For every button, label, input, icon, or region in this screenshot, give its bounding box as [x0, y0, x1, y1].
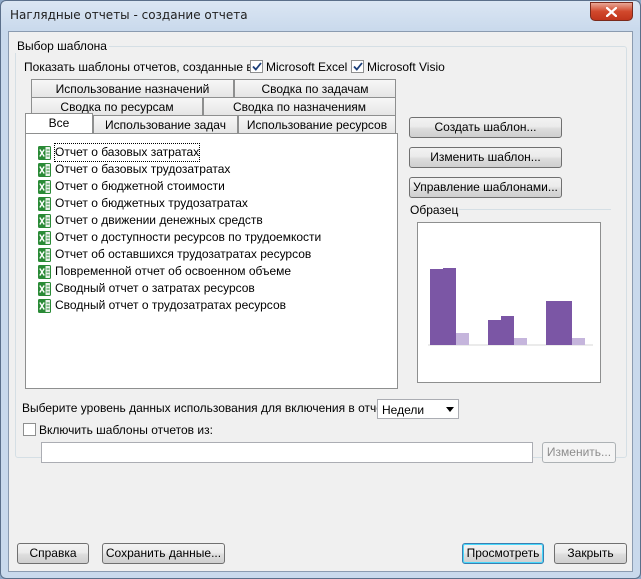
report-label: Отчет о движении денежных средств — [55, 213, 263, 227]
report-label: Повременной отчет об освоенном объеме — [55, 264, 292, 278]
report-label: Отчет о бюджетной стоимости — [55, 179, 225, 193]
sample-bar — [430, 269, 443, 345]
excel-checkbox[interactable] — [250, 60, 263, 73]
sample-bar — [546, 301, 559, 345]
excel-icon — [38, 281, 51, 296]
tab-task-summary[interactable]: Сводка по задачам — [234, 79, 396, 98]
window-title: Наглядные отчеты - создание отчета — [10, 8, 248, 22]
excel-icon — [38, 298, 51, 313]
excel-icon — [38, 196, 51, 211]
dialog-client-area: Выбор шаблона Показать шаблоны отчетов, … — [8, 31, 633, 572]
report-label: Отчет о базовых трудозатратах — [55, 162, 231, 176]
tab-task-usage[interactable]: Использование задач — [93, 115, 238, 134]
excel-icon — [38, 145, 51, 160]
report-list-item[interactable]: Отчет о движении денежных средств — [38, 212, 321, 229]
sample-preview — [417, 222, 601, 383]
close-icon — [606, 6, 617, 17]
sample-separator — [459, 209, 611, 210]
close-button[interactable]: Закрыть — [554, 543, 627, 564]
include-templates-checkbox[interactable] — [23, 423, 36, 436]
show-templates-label: Показать шаблоны отчетов, созданные в: — [24, 60, 257, 74]
save-data-button[interactable]: Сохранить данные... — [102, 543, 225, 564]
close-label: Закрыть — [567, 546, 614, 560]
templates-path-input[interactable] — [41, 442, 533, 463]
change-path-label: Изменить... — [546, 445, 612, 459]
sample-bar — [572, 338, 585, 345]
sample-bar — [456, 333, 469, 345]
usage-level-value: Недели — [382, 403, 425, 417]
chevron-down-icon — [446, 407, 454, 412]
report-list-item[interactable]: Отчет о базовых затратах — [38, 143, 321, 162]
template-group-label: Выбор шаблона — [15, 39, 109, 53]
excel-checkbox-label: Microsoft Excel — [266, 60, 348, 74]
edit-template-label: Изменить шаблон... — [430, 150, 541, 164]
title-bar[interactable]: Наглядные отчеты - создание отчета — [1, 1, 640, 31]
report-label: Отчет о бюджетных трудозатратах — [55, 196, 248, 210]
tab-assignment-usage[interactable]: Использование назначений — [31, 79, 234, 98]
view-label: Просмотреть — [466, 546, 540, 560]
excel-icon — [38, 162, 51, 177]
visio-checkbox-label: Microsoft Visio — [367, 60, 445, 74]
report-label: Отчет об оставшихся трудозатратах ресурс… — [55, 247, 312, 261]
manage-templates-label: Управление шаблонами... — [413, 180, 558, 194]
save-data-label: Сохранить данные... — [105, 546, 222, 560]
excel-icon — [38, 179, 51, 194]
change-path-button[interactable]: Изменить... — [542, 442, 616, 463]
usage-level-label: Выберите уровень данных использования дл… — [22, 401, 392, 415]
sample-bar — [488, 320, 501, 345]
help-label: Справка — [29, 546, 77, 560]
excel-icon — [38, 230, 51, 245]
report-list-item[interactable]: Отчет о доступности ресурсов по трудоемк… — [38, 229, 321, 246]
tab-resource-usage[interactable]: Использование ресурсов — [238, 115, 396, 134]
report-list-item[interactable]: Повременной отчет об освоенном объеме — [38, 263, 321, 280]
manage-templates-button[interactable]: Управление шаблонами... — [409, 177, 562, 198]
visio-checkbox[interactable] — [351, 60, 364, 73]
tab-all[interactable]: Все — [25, 113, 93, 133]
excel-icon — [38, 247, 51, 262]
dialog-window: Наглядные отчеты - создание отчета Выбор… — [0, 0, 641, 579]
close-window-button[interactable] — [590, 2, 633, 21]
report-list-item[interactable]: Отчет о бюджетной стоимости — [38, 178, 321, 195]
tab-assignment-summary[interactable]: Сводка по назначениям — [203, 97, 396, 116]
sample-bar — [501, 316, 514, 345]
include-templates-label: Включить шаблоны отчетов из: — [39, 423, 213, 437]
report-label: Отчет о базовых затратах — [53, 143, 201, 162]
sample-label: Образец — [410, 203, 459, 217]
create-template-button[interactable]: Создать шаблон... — [409, 117, 562, 138]
sample-bar — [514, 338, 527, 345]
report-list-item[interactable]: Отчет о базовых трудозатратах — [38, 161, 321, 178]
report-label: Сводный отчет о трудозатратах ресурсов — [55, 298, 286, 312]
checkmark-icon — [352, 62, 363, 71]
edit-template-button[interactable]: Изменить шаблон... — [409, 147, 562, 168]
report-list-item[interactable]: Сводный отчет о трудозатратах ресурсов — [38, 297, 321, 314]
excel-icon — [38, 264, 51, 279]
help-button[interactable]: Справка — [17, 543, 89, 564]
sample-chart — [428, 268, 593, 346]
report-list: Отчет о базовых затратах Отчет о базовых … — [38, 143, 321, 314]
report-list-panel: Отчет о базовых затратах Отчет о базовых … — [25, 133, 398, 389]
view-button[interactable]: Просмотреть — [462, 543, 544, 564]
usage-level-select[interactable]: Недели — [377, 399, 459, 419]
create-template-label: Создать шаблон... — [434, 120, 537, 134]
report-list-item[interactable]: Отчет о бюджетных трудозатратах — [38, 195, 321, 212]
report-list-item[interactable]: Отчет об оставшихся трудозатратах ресурс… — [38, 246, 321, 263]
report-label: Отчет о доступности ресурсов по трудоемк… — [55, 230, 322, 244]
sample-bar — [559, 301, 572, 345]
excel-icon — [38, 213, 51, 228]
report-list-item[interactable]: Сводный отчет о затратах ресурсов — [38, 280, 321, 297]
checkmark-icon — [251, 62, 262, 71]
sample-bar — [443, 268, 456, 345]
report-label: Сводный отчет о затратах ресурсов — [55, 281, 255, 295]
